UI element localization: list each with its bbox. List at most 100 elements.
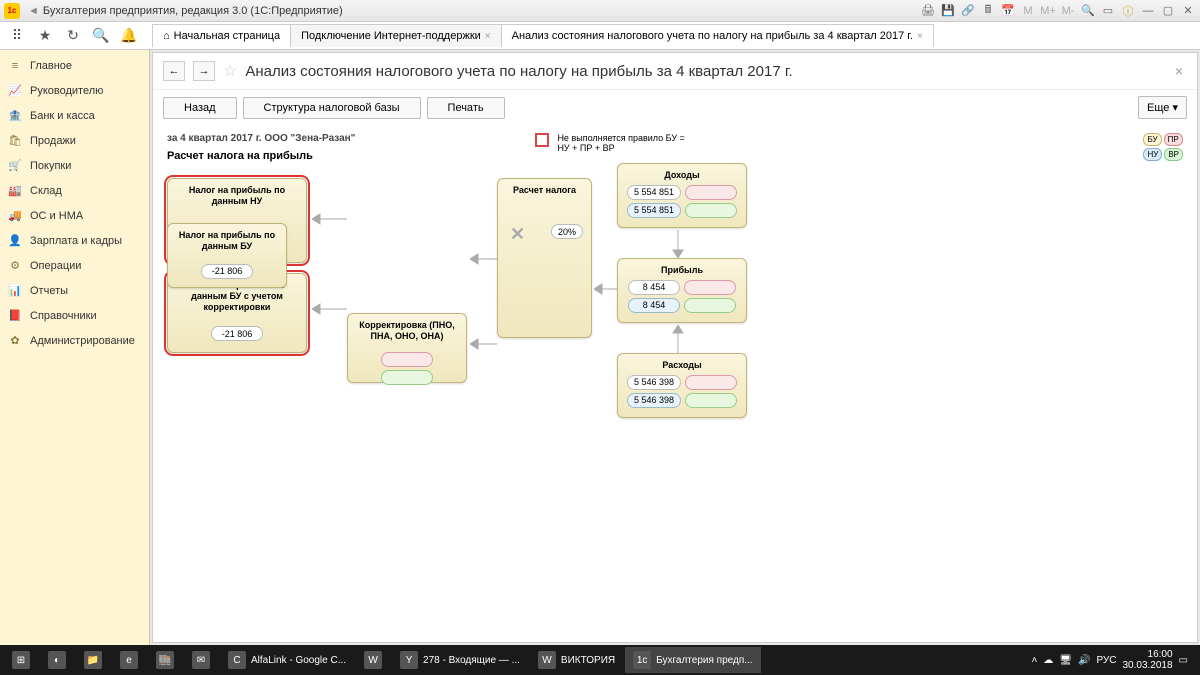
link-icon[interactable]: 🔗 <box>960 3 976 19</box>
favorite-icon[interactable]: ☆ <box>223 61 237 81</box>
multiply-icon: ✕ <box>510 224 525 245</box>
panel-icon[interactable]: ▭ <box>1100 3 1116 19</box>
tray-up-icon[interactable]: ˄ <box>1031 655 1037 666</box>
tray-notif-icon[interactable]: ▭ <box>1179 655 1188 666</box>
badge-pr: ПР <box>1164 133 1183 146</box>
nav-forward-button[interactable]: → <box>193 61 215 81</box>
rate-pill: 20% <box>551 224 583 239</box>
tray-vol-icon[interactable]: 🔊 <box>1078 655 1090 666</box>
sidebar-label: Склад <box>30 185 62 197</box>
close-tab-icon[interactable]: × <box>485 31 491 42</box>
apps-icon[interactable]: ⠿ <box>6 25 28 47</box>
sidebar-item[interactable]: 📊 Отчеты <box>0 278 149 303</box>
block-expense[interactable]: Расходы 5 546 398 5 546 398 <box>617 353 747 418</box>
back-button[interactable]: Назад <box>163 97 237 119</box>
taskbar-item[interactable]: e <box>112 647 146 673</box>
arrow-icon <box>312 213 347 225</box>
sidebar-icon: 📕 <box>8 309 22 322</box>
taskbar-item[interactable]: ✉ <box>184 647 218 673</box>
sidebar-item[interactable]: 🚚 ОС и НМА <box>0 203 149 228</box>
sidebar-item[interactable]: 📕 Справочники <box>0 303 149 328</box>
tray-cloud-icon[interactable]: ☁ <box>1043 655 1053 666</box>
bell-icon[interactable]: 🔔 <box>118 25 140 47</box>
search-icon[interactable]: 🔍 <box>90 25 112 47</box>
close-icon[interactable]: ✕ <box>1180 3 1196 19</box>
taskbar-app-icon: 🏬 <box>156 651 174 669</box>
sidebar-icon: 🚚 <box>8 209 22 222</box>
m-icon[interactable]: M <box>1020 3 1036 19</box>
taskbar-label: Бухгалтерия предп... <box>656 655 752 666</box>
structure-button[interactable]: Структура налоговой базы <box>243 97 421 119</box>
tray-lang[interactable]: РУС <box>1096 655 1116 666</box>
m-minus-icon[interactable]: M- <box>1060 3 1076 19</box>
sidebar-item[interactable]: ≡Главное <box>0 54 149 78</box>
block-nalog-bu[interactable]: Налог на прибыль по данным БУ -21 806 <box>167 223 287 288</box>
sidebar-label: Справочники <box>30 310 97 322</box>
sidebar-label: ОС и НМА <box>30 210 83 222</box>
tab-analysis-label: Анализ состояния налогового учета по нал… <box>512 30 913 42</box>
taskbar-item[interactable]: W <box>356 647 390 673</box>
value-pill <box>685 393 737 408</box>
sidebar-icon: 🏭 <box>8 184 22 197</box>
block-income[interactable]: Доходы 5 554 851 5 554 851 <box>617 163 747 228</box>
block-profit[interactable]: Прибыль 8 454 8 454 <box>617 258 747 323</box>
taskbar: ⊞ ◐ 📁e 🏬 ✉CAlfaLink - Google C...WY278 - Вхо… <box>0 645 1200 675</box>
badge-vr: ВР <box>1164 148 1183 161</box>
sidebar-item[interactable]: 🛒Покупки <box>0 153 149 178</box>
sidebar-item[interactable]: 🛍Продажи <box>0 128 149 153</box>
more-button[interactable]: Еще ▾ <box>1138 96 1187 119</box>
taskbar-item[interactable]: 📁 <box>76 647 110 673</box>
taskbar-app-icon: ⊞ <box>12 651 30 669</box>
info-icon[interactable]: ⓘ <box>1120 3 1136 19</box>
history-icon[interactable]: ↻ <box>62 25 84 47</box>
value-pill <box>685 185 737 200</box>
close-page-icon[interactable]: × <box>1171 63 1187 79</box>
tray-clock[interactable]: 16:00 30.03.2018 <box>1122 649 1172 671</box>
sidebar-item[interactable]: ⚙Операции <box>0 253 149 278</box>
star-icon[interactable]: ★ <box>34 25 56 47</box>
sidebar-label: Отчеты <box>30 285 68 297</box>
block-correction[interactable]: Корректировка (ПНО, ПНА, ОНО, ОНА) <box>347 313 467 383</box>
block-title: Налог на прибыль по данным БУ <box>176 230 278 252</box>
taskbar-item[interactable]: ◐ <box>40 647 74 673</box>
badge-ny: НУ <box>1143 148 1162 161</box>
sidebar-item[interactable]: 🏦Банк и касса <box>0 103 149 128</box>
sidebar-item[interactable]: 👤Зарплата и кадры <box>0 228 149 253</box>
print-icon[interactable]: 🖨 <box>920 3 936 19</box>
sidebar-label: Администрирование <box>30 335 135 347</box>
tab-support-label: Подключение Интернет-поддержки <box>301 30 481 42</box>
sidebar-icon: 📊 <box>8 284 22 297</box>
calendar-icon[interactable]: 📅 <box>1000 3 1016 19</box>
taskbar-item[interactable]: WВИКТОРИЯ <box>530 647 623 673</box>
maximize-icon[interactable]: ▢ <box>1160 3 1176 19</box>
nav-back-button[interactable]: ← <box>163 61 185 81</box>
value-pill <box>684 280 736 295</box>
back-icon[interactable]: ◄ <box>28 5 39 17</box>
value-pill <box>685 203 737 218</box>
taskbar-app-icon: ◐ <box>48 651 66 669</box>
taskbar-item[interactable]: 🏬 <box>148 647 182 673</box>
tab-home[interactable]: ⌂ Начальная страница <box>152 24 291 47</box>
minimize-icon[interactable]: — <box>1140 3 1156 19</box>
sidebar-item[interactable]: 📈Руководителю <box>0 78 149 103</box>
arrow-icon <box>312 303 347 315</box>
search-icon[interactable]: 🔍 <box>1080 3 1096 19</box>
taskbar-item[interactable]: CAlfaLink - Google C... <box>220 647 354 673</box>
tab-support[interactable]: Подключение Интернет-поддержки × <box>290 24 502 47</box>
taskbar-item[interactable]: Y278 - Входящие — ... <box>392 647 528 673</box>
save-icon[interactable]: 💾 <box>940 3 956 19</box>
tray-monitor-icon[interactable]: 🖥 <box>1059 655 1072 666</box>
taskbar-item[interactable]: ⊞ <box>4 647 38 673</box>
sidebar-icon: 🛒 <box>8 159 22 172</box>
tab-analysis[interactable]: Анализ состояния налогового учета по нал… <box>501 24 934 47</box>
m-plus-icon[interactable]: M+ <box>1040 3 1056 19</box>
print-button[interactable]: Печать <box>427 97 505 119</box>
taskbar-item[interactable]: 1cБухгалтерия предп... <box>625 647 760 673</box>
sidebar-icon: 📈 <box>8 84 22 97</box>
value-pill: 8 454 <box>628 280 680 295</box>
close-tab-icon[interactable]: × <box>917 31 923 42</box>
sidebar-item[interactable]: ✿Администрирование <box>0 328 149 353</box>
block-raschet[interactable]: Расчет налога ✕ 20% <box>497 178 592 338</box>
calc-icon[interactable]: 🖩 <box>980 3 996 19</box>
sidebar-item[interactable]: 🏭 Склад <box>0 178 149 203</box>
